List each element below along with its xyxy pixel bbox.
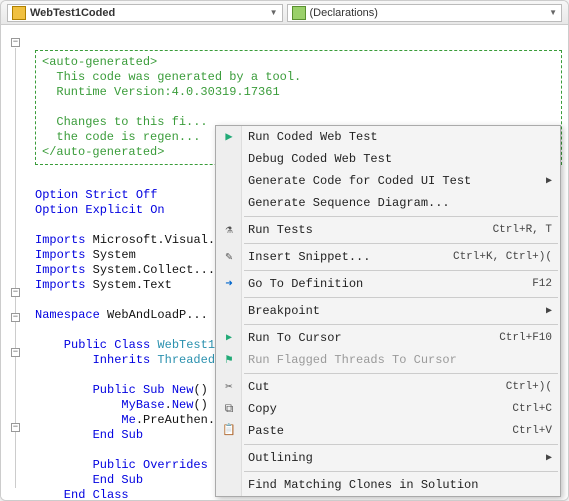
menu-label: Debug Coded Web Test (248, 152, 392, 167)
class-dropdown[interactable]: WebTest1Coded ▼ (7, 4, 283, 22)
class-dropdown-label: WebTest1Coded (30, 7, 115, 19)
menu-label: Run Coded Web Test (248, 130, 378, 145)
menu-cut[interactable]: Cut Ctrl+)( (216, 376, 560, 398)
declarations-icon (292, 6, 306, 20)
menu-copy[interactable]: Copy Ctrl+C (216, 398, 560, 420)
menu-shortcut: Ctrl+K, Ctrl+)( (453, 250, 552, 265)
menu-label: Run Tests (248, 223, 313, 238)
editor-window: WebTest1Coded ▼ (Declarations) ▼ − − − −… (0, 0, 569, 501)
menu-label: Generate Code for Coded UI Test (248, 174, 471, 189)
menu-label: Generate Sequence Diagram... (248, 196, 450, 211)
menu-find-matching-clones[interactable]: Find Matching Clones in Solution (216, 474, 560, 496)
submenu-arrow-icon: ▶ (546, 451, 552, 466)
menu-label: Find Matching Clones in Solution (248, 478, 478, 493)
menu-separator (244, 471, 558, 472)
menu-separator (244, 324, 558, 325)
menu-breakpoint[interactable]: Breakpoint ▶ (216, 300, 560, 322)
member-dropdown-label: (Declarations) (310, 7, 378, 19)
menu-run-to-cursor[interactable]: Run To Cursor Ctrl+F10 (216, 327, 560, 349)
cut-icon (221, 379, 237, 395)
submenu-arrow-icon: ▶ (546, 304, 552, 319)
menu-insert-snippet[interactable]: Insert Snippet... Ctrl+K, Ctrl+)( (216, 246, 560, 268)
menu-shortcut: F12 (532, 277, 552, 292)
outline-toggle[interactable]: − (11, 38, 20, 47)
menu-separator (244, 270, 558, 271)
run-to-cursor-icon (221, 330, 237, 346)
menu-separator (244, 297, 558, 298)
menu-run-coded-web-test[interactable]: ▶ Run Coded Web Test (216, 126, 560, 148)
menu-separator (244, 373, 558, 374)
menu-label: Copy (248, 402, 277, 417)
menu-go-to-definition[interactable]: ➜ Go To Definition F12 (216, 273, 560, 295)
menu-shortcut: Ctrl+R, T (493, 223, 552, 238)
menu-outlining[interactable]: Outlining ▶ (216, 447, 560, 469)
menu-separator (244, 444, 558, 445)
flask-icon (221, 222, 237, 238)
outline-toggle[interactable]: − (11, 313, 20, 322)
flag-icon (221, 352, 237, 368)
copy-icon (221, 401, 237, 417)
menu-generate-sequence-diagram[interactable]: Generate Sequence Diagram... (216, 192, 560, 214)
menu-label: Run To Cursor (248, 331, 342, 346)
outline-toggle[interactable]: − (11, 348, 20, 357)
menu-run-tests[interactable]: Run Tests Ctrl+R, T (216, 219, 560, 241)
menu-label: Paste (248, 424, 284, 439)
outlining-gutter: − − − − − (1, 25, 31, 500)
run-icon: ▶ (221, 129, 237, 145)
submenu-arrow-icon: ▶ (546, 174, 552, 189)
snippet-icon (221, 249, 237, 265)
menu-label: Cut (248, 380, 270, 395)
menu-shortcut: Ctrl+F10 (499, 331, 552, 346)
outline-toggle[interactable]: − (11, 288, 20, 297)
menu-label: Insert Snippet... (248, 250, 370, 265)
menu-shortcut: Ctrl+C (512, 402, 552, 417)
menu-generate-code-coded-ui[interactable]: Generate Code for Coded UI Test ▶ (216, 170, 560, 192)
chevron-down-icon: ▼ (270, 8, 278, 17)
chevron-down-icon: ▼ (549, 8, 557, 17)
class-icon (12, 6, 26, 20)
context-menu: ▶ Run Coded Web Test Debug Coded Web Tes… (215, 125, 561, 497)
menu-paste[interactable]: Paste Ctrl+V (216, 420, 560, 442)
menu-label: Go To Definition (248, 277, 363, 292)
menu-shortcut: Ctrl+)( (506, 380, 552, 395)
menu-label: Run Flagged Threads To Cursor (248, 353, 457, 368)
menu-label: Outlining (248, 451, 313, 466)
code-editor[interactable]: − − − − − <auto-generated> This code was… (1, 25, 568, 500)
definition-icon: ➜ (221, 276, 237, 292)
outline-toggle[interactable]: − (11, 423, 20, 432)
menu-shortcut: Ctrl+V (512, 424, 552, 439)
nav-bar: WebTest1Coded ▼ (Declarations) ▼ (1, 1, 568, 25)
menu-separator (244, 243, 558, 244)
member-dropdown[interactable]: (Declarations) ▼ (287, 4, 563, 22)
menu-run-flagged-threads: Run Flagged Threads To Cursor (216, 349, 560, 371)
menu-separator (244, 216, 558, 217)
menu-debug-coded-web-test[interactable]: Debug Coded Web Test (216, 148, 560, 170)
paste-icon (221, 423, 237, 439)
menu-label: Breakpoint (248, 304, 320, 319)
